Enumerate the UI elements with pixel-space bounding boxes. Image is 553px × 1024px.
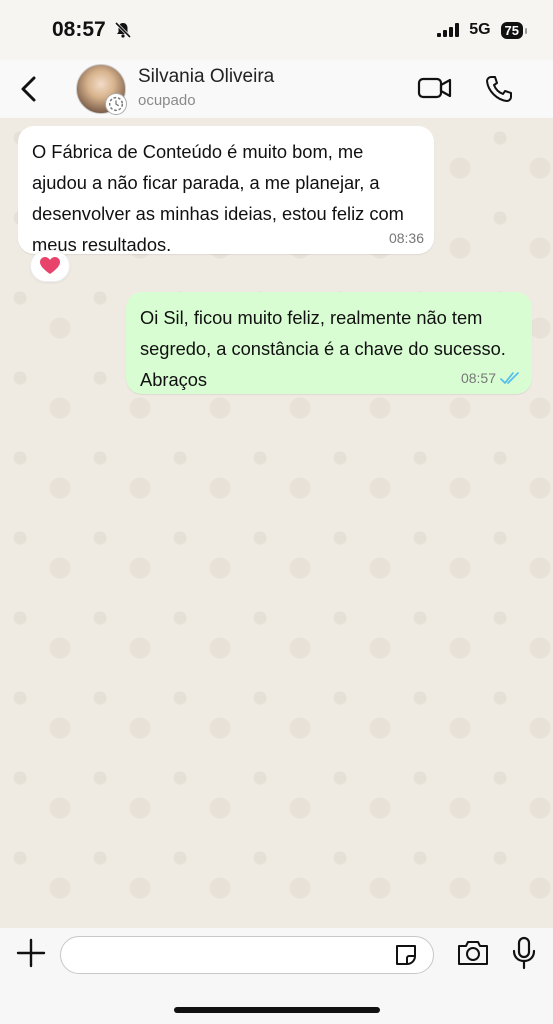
signal-icon bbox=[437, 23, 460, 37]
message-text: O Fábrica de Conteúdo é muito bom, me aj… bbox=[32, 141, 404, 255]
contact-status: ocupado bbox=[138, 92, 196, 109]
status-time: 08:57 bbox=[52, 18, 106, 41]
input-bar bbox=[0, 928, 553, 1024]
read-ticks-icon bbox=[500, 372, 519, 384]
phone-icon[interactable] bbox=[484, 74, 514, 104]
sticker-icon[interactable] bbox=[393, 942, 419, 968]
video-call-icon[interactable] bbox=[417, 74, 453, 102]
status-right: 5G 75 bbox=[437, 21, 528, 39]
heart-icon bbox=[40, 257, 60, 274]
plus-icon[interactable] bbox=[14, 936, 48, 970]
home-indicator[interactable] bbox=[174, 1007, 380, 1013]
network-type: 5G bbox=[469, 21, 491, 38]
chat-area[interactable]: O Fábrica de Conteúdo é muito bom, me aj… bbox=[0, 118, 553, 928]
status-left: 08:57 bbox=[52, 18, 132, 42]
reaction-badge[interactable] bbox=[30, 250, 70, 282]
microphone-icon[interactable] bbox=[510, 936, 538, 970]
avatar[interactable] bbox=[76, 64, 127, 115]
back-chevron-icon[interactable] bbox=[14, 72, 44, 106]
message-time: 08:57 bbox=[460, 370, 496, 386]
silent-bell-icon bbox=[114, 21, 131, 39]
incoming-message[interactable]: O Fábrica de Conteúdo é muito bom, me aj… bbox=[18, 126, 434, 255]
status-ring-icon bbox=[105, 93, 127, 115]
message-input[interactable] bbox=[60, 936, 434, 974]
chat-header: Silvania Oliveira ocupado bbox=[0, 60, 553, 118]
message-time: 08:36 bbox=[388, 230, 424, 246]
status-bar: 08:57 5G 75 bbox=[0, 0, 553, 60]
outgoing-message[interactable]: Oi Sil, ficou muito feliz, realmente não… bbox=[126, 292, 532, 394]
battery-icon: 75 bbox=[500, 21, 528, 39]
contact-name[interactable]: Silvania Oliveira bbox=[138, 66, 274, 88]
camera-icon[interactable] bbox=[456, 938, 490, 968]
